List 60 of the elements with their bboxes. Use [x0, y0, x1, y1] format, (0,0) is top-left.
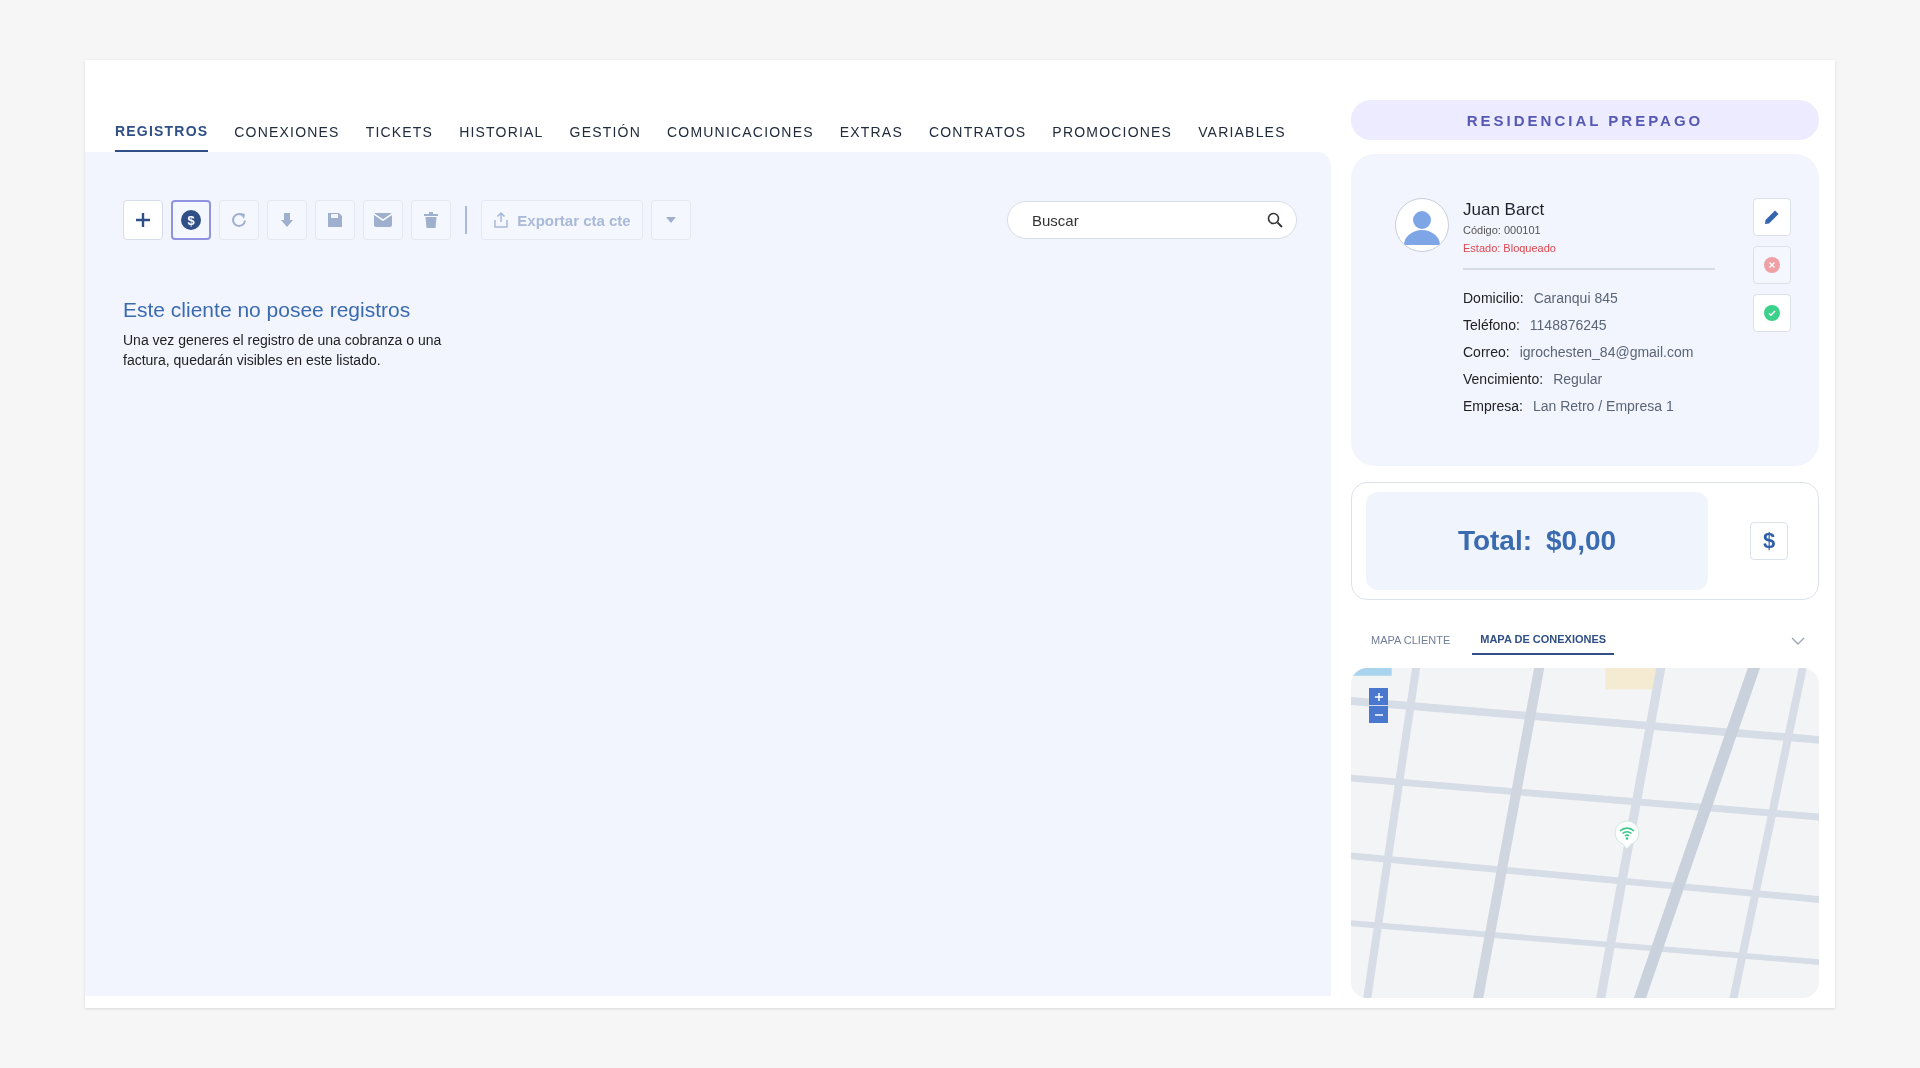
zoom-in-button[interactable]	[1369, 688, 1388, 705]
pay-button[interactable]: $	[1750, 522, 1788, 560]
activate-button[interactable]	[1753, 294, 1791, 332]
nav-tab[interactable]: TICKETS	[365, 120, 434, 152]
share-icon	[493, 212, 510, 228]
down-arrow-icon	[279, 212, 295, 228]
empty-message: Una vez generes el registro de una cobranza o una factura, quedarán visibles en este listado.	[123, 331, 443, 370]
refresh-icon	[230, 211, 248, 229]
search-icon	[1267, 212, 1283, 228]
client-code: Código: 000101	[1463, 224, 1542, 236]
coin-icon: $	[181, 210, 201, 230]
add-button[interactable]	[123, 200, 163, 240]
nav-tab[interactable]: VARIABLES	[1198, 120, 1286, 152]
envelope-icon	[374, 213, 392, 227]
chevron-down-icon[interactable]	[1791, 636, 1805, 646]
cross-circle-icon	[1764, 257, 1780, 273]
field-value: Lan Retro / Empresa 1	[1532, 398, 1674, 414]
delete-button[interactable]	[411, 200, 451, 240]
payment-button[interactable]: $	[171, 200, 211, 240]
field-label: Empresa:	[1463, 398, 1523, 414]
wifi-marker-icon[interactable]	[1614, 820, 1640, 850]
dropdown-button[interactable]	[651, 200, 691, 240]
nav-tab[interactable]: EXTRAS	[839, 120, 903, 152]
nav-tab[interactable]: PROMOCIONES	[1052, 120, 1173, 152]
map-tab[interactable]: MAPA CLIENTE	[1363, 628, 1459, 654]
plus-icon	[134, 211, 152, 229]
nav-tab[interactable]: CONTRATOS	[928, 120, 1027, 152]
field-label: Correo:	[1463, 344, 1510, 360]
client-status: Estado: Bloqueado	[1463, 242, 1557, 254]
field-label: Vencimiento:	[1463, 371, 1544, 387]
trash-icon	[424, 212, 438, 228]
field-label: Teléfono:	[1463, 317, 1520, 333]
nav-tab[interactable]: HISTORIAL	[459, 120, 544, 152]
field-value: Caranqui 845	[1533, 290, 1618, 306]
email-button[interactable]	[363, 200, 403, 240]
pencil-icon	[1764, 209, 1780, 225]
total-label: Total:	[1457, 525, 1533, 557]
nav-tab[interactable]: CONEXIONES	[234, 120, 340, 152]
plus-icon	[1373, 691, 1384, 702]
refresh-button[interactable]	[219, 200, 259, 240]
zoom-out-button[interactable]	[1369, 706, 1388, 723]
client-name: Juan Barct	[1463, 200, 1546, 220]
map-tab[interactable]: MAPA DE CONEXIONES	[1472, 627, 1615, 655]
field-value: 1148876245	[1529, 317, 1607, 333]
field-label: Domicilio:	[1463, 290, 1524, 306]
caret-icon	[665, 216, 677, 224]
check-circle-icon	[1764, 305, 1780, 321]
plan-banner: RESIDENCIAL PREPAGO	[1351, 100, 1819, 140]
nav-tab[interactable]: GESTIÓN	[569, 120, 642, 152]
nav-tab[interactable]: COMUNICACIONES	[667, 120, 814, 152]
empty-title: Este cliente no posee registros	[123, 298, 412, 322]
field-value: igrochesten_84@gmail.com	[1519, 344, 1694, 360]
avatar-icon	[1395, 198, 1449, 252]
download-button[interactable]	[267, 200, 307, 240]
field-value: Regular	[1553, 371, 1603, 387]
total-value: $0,00	[1546, 525, 1617, 557]
edit-button[interactable]	[1753, 198, 1791, 236]
search-field[interactable]: Buscar	[1007, 201, 1297, 239]
save-button[interactable]	[315, 200, 355, 240]
block-button[interactable]	[1753, 246, 1791, 284]
